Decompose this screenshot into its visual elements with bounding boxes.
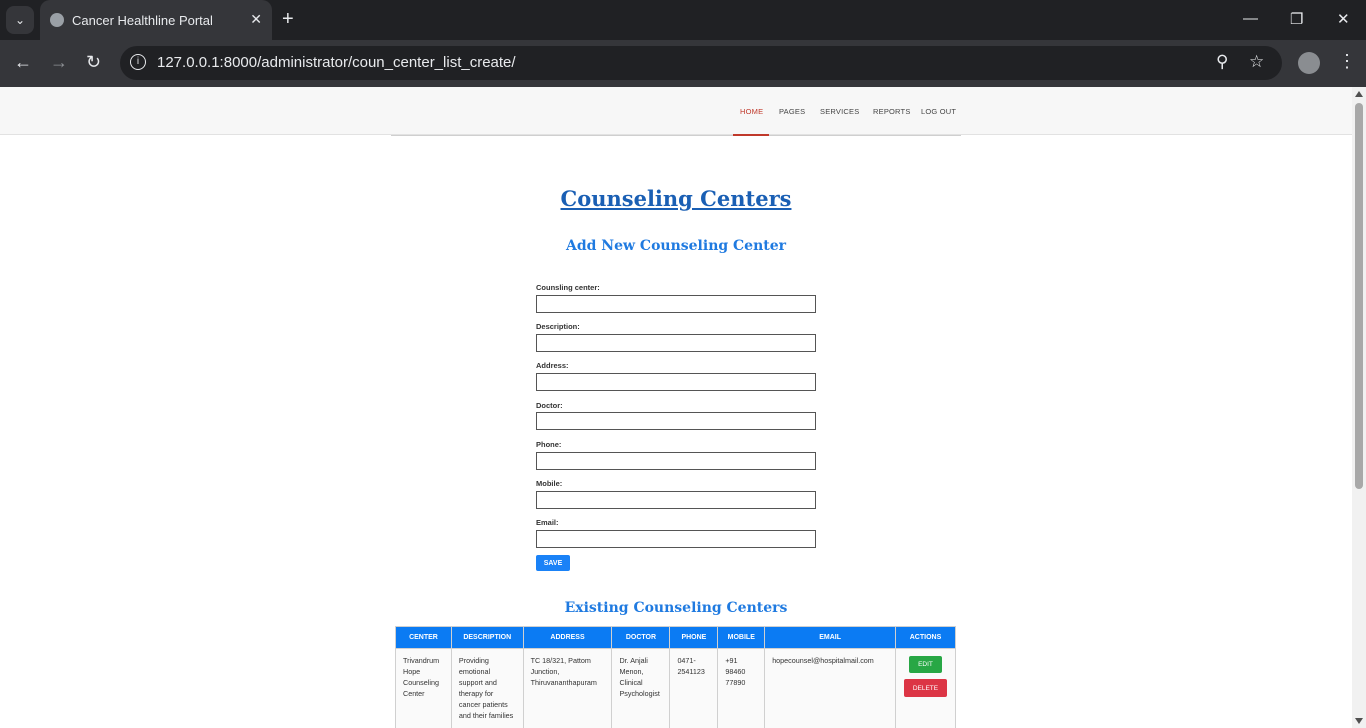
close-tab-icon[interactable]: ✕ <box>250 11 262 28</box>
browser-tab-bar: ⌄ Cancer Healthline Portal ✕ + — ❐ ✕ <box>0 0 1366 40</box>
save-button[interactable]: SAVE <box>536 555 570 571</box>
delete-button[interactable]: DELETE <box>903 679 947 697</box>
description-input[interactable] <box>536 334 816 352</box>
cell-actions: EDIT DELETE <box>894 648 957 728</box>
table-row: Trivandrum Hope Counseling Center Provid… <box>395 648 957 728</box>
close-window-button[interactable]: ✕ <box>1337 10 1350 28</box>
address-bar[interactable]: i 127.0.0.1:8000/administrator/coun_cent… <box>120 46 1282 80</box>
header-divider <box>391 135 961 136</box>
address-label: Address: <box>536 361 569 370</box>
nav-reports[interactable]: REPORTS <box>873 107 911 116</box>
restore-button[interactable]: ❐ <box>1290 10 1303 28</box>
page-title: Counseling Centers <box>560 186 792 211</box>
table-header-row: CENTER DESCRIPTION ADDRESS DOCTOR PHONE … <box>395 626 957 649</box>
phone-label: Phone: <box>536 440 562 449</box>
cell-email: hopecounsel@hospitalmail.com <box>764 648 896 728</box>
column-header-center: CENTER <box>395 626 452 649</box>
email-input[interactable] <box>536 530 816 548</box>
minimize-button[interactable]: — <box>1243 10 1258 27</box>
nav-pages[interactable]: PAGES <box>779 107 805 116</box>
phone-input[interactable] <box>536 452 816 470</box>
forward-button[interactable]: → <box>50 52 68 73</box>
doctor-input[interactable] <box>536 412 816 430</box>
cell-center: Trivandrum Hope Counseling Center <box>395 648 452 728</box>
tab-title: Cancer Healthline Portal <box>72 13 213 28</box>
address-input[interactable] <box>536 373 816 391</box>
doctor-label: Doctor: <box>536 401 563 410</box>
list-heading: Existing Counseling Centers <box>564 600 788 616</box>
email-label: Email: <box>536 518 559 527</box>
tab-search-button[interactable]: ⌄ <box>6 6 34 34</box>
form-heading: Add New Counseling Center <box>565 238 787 254</box>
center-input[interactable] <box>536 295 816 313</box>
edit-button[interactable]: EDIT <box>908 656 942 673</box>
new-tab-button[interactable]: + <box>282 8 294 31</box>
profile-avatar[interactable] <box>1298 52 1320 74</box>
cell-mobile: +91 98460 77890 <box>717 648 766 728</box>
column-header-address: ADDRESS <box>522 626 613 649</box>
globe-icon <box>50 13 64 27</box>
site-header <box>0 87 1352 135</box>
column-header-doctor: DOCTOR <box>611 626 671 649</box>
mobile-input[interactable] <box>536 491 816 509</box>
nav-active-indicator <box>733 134 769 136</box>
nav-logout[interactable]: LOG OUT <box>921 107 956 116</box>
mobile-label: Mobile: <box>536 479 563 488</box>
zoom-icon[interactable]: ⚲ <box>1216 52 1228 72</box>
bookmark-star-icon[interactable]: ☆ <box>1249 52 1264 72</box>
browser-menu-icon[interactable]: ⋮ <box>1338 51 1356 72</box>
column-header-phone: PHONE <box>669 626 719 649</box>
centers-table: CENTER DESCRIPTION ADDRESS DOCTOR PHONE … <box>395 626 957 728</box>
browser-toolbar: ← → ↻ i 127.0.0.1:8000/administrator/cou… <box>0 40 1366 87</box>
column-header-mobile: MOBILE <box>717 626 766 649</box>
cell-address: TC 18/321, Pattom Junction, Thiruvananth… <box>522 648 613 728</box>
description-label: Description: <box>536 322 580 331</box>
column-header-description: DESCRIPTION <box>450 626 524 649</box>
column-header-email: EMAIL <box>764 626 896 649</box>
scrollbar-thumb[interactable] <box>1355 103 1363 489</box>
url-text[interactable]: 127.0.0.1:8000/administrator/coun_center… <box>157 54 516 71</box>
browser-tab[interactable]: Cancer Healthline Portal ✕ <box>40 0 272 40</box>
page-scrollbar[interactable] <box>1352 87 1366 728</box>
column-header-actions: ACTIONS <box>894 626 957 649</box>
scroll-up-arrow-icon[interactable] <box>1355 91 1363 97</box>
cell-description: Providing emotional support and therapy … <box>450 648 524 728</box>
nav-services[interactable]: SERVICES <box>820 107 859 116</box>
scroll-down-arrow-icon[interactable] <box>1355 718 1363 724</box>
site-info-icon[interactable]: i <box>130 54 146 70</box>
cell-phone: 0471-2541123 <box>669 648 719 728</box>
cell-doctor: Dr. Anjali Menon, Clinical Psychologist <box>611 648 671 728</box>
center-label: Counsling center: <box>536 283 600 292</box>
page-viewport: HOME PAGES SERVICES REPORTS LOG OUT Coun… <box>0 87 1352 728</box>
reload-button[interactable]: ↻ <box>86 52 101 73</box>
nav-home[interactable]: HOME <box>740 107 763 116</box>
back-button[interactable]: ← <box>14 52 32 73</box>
